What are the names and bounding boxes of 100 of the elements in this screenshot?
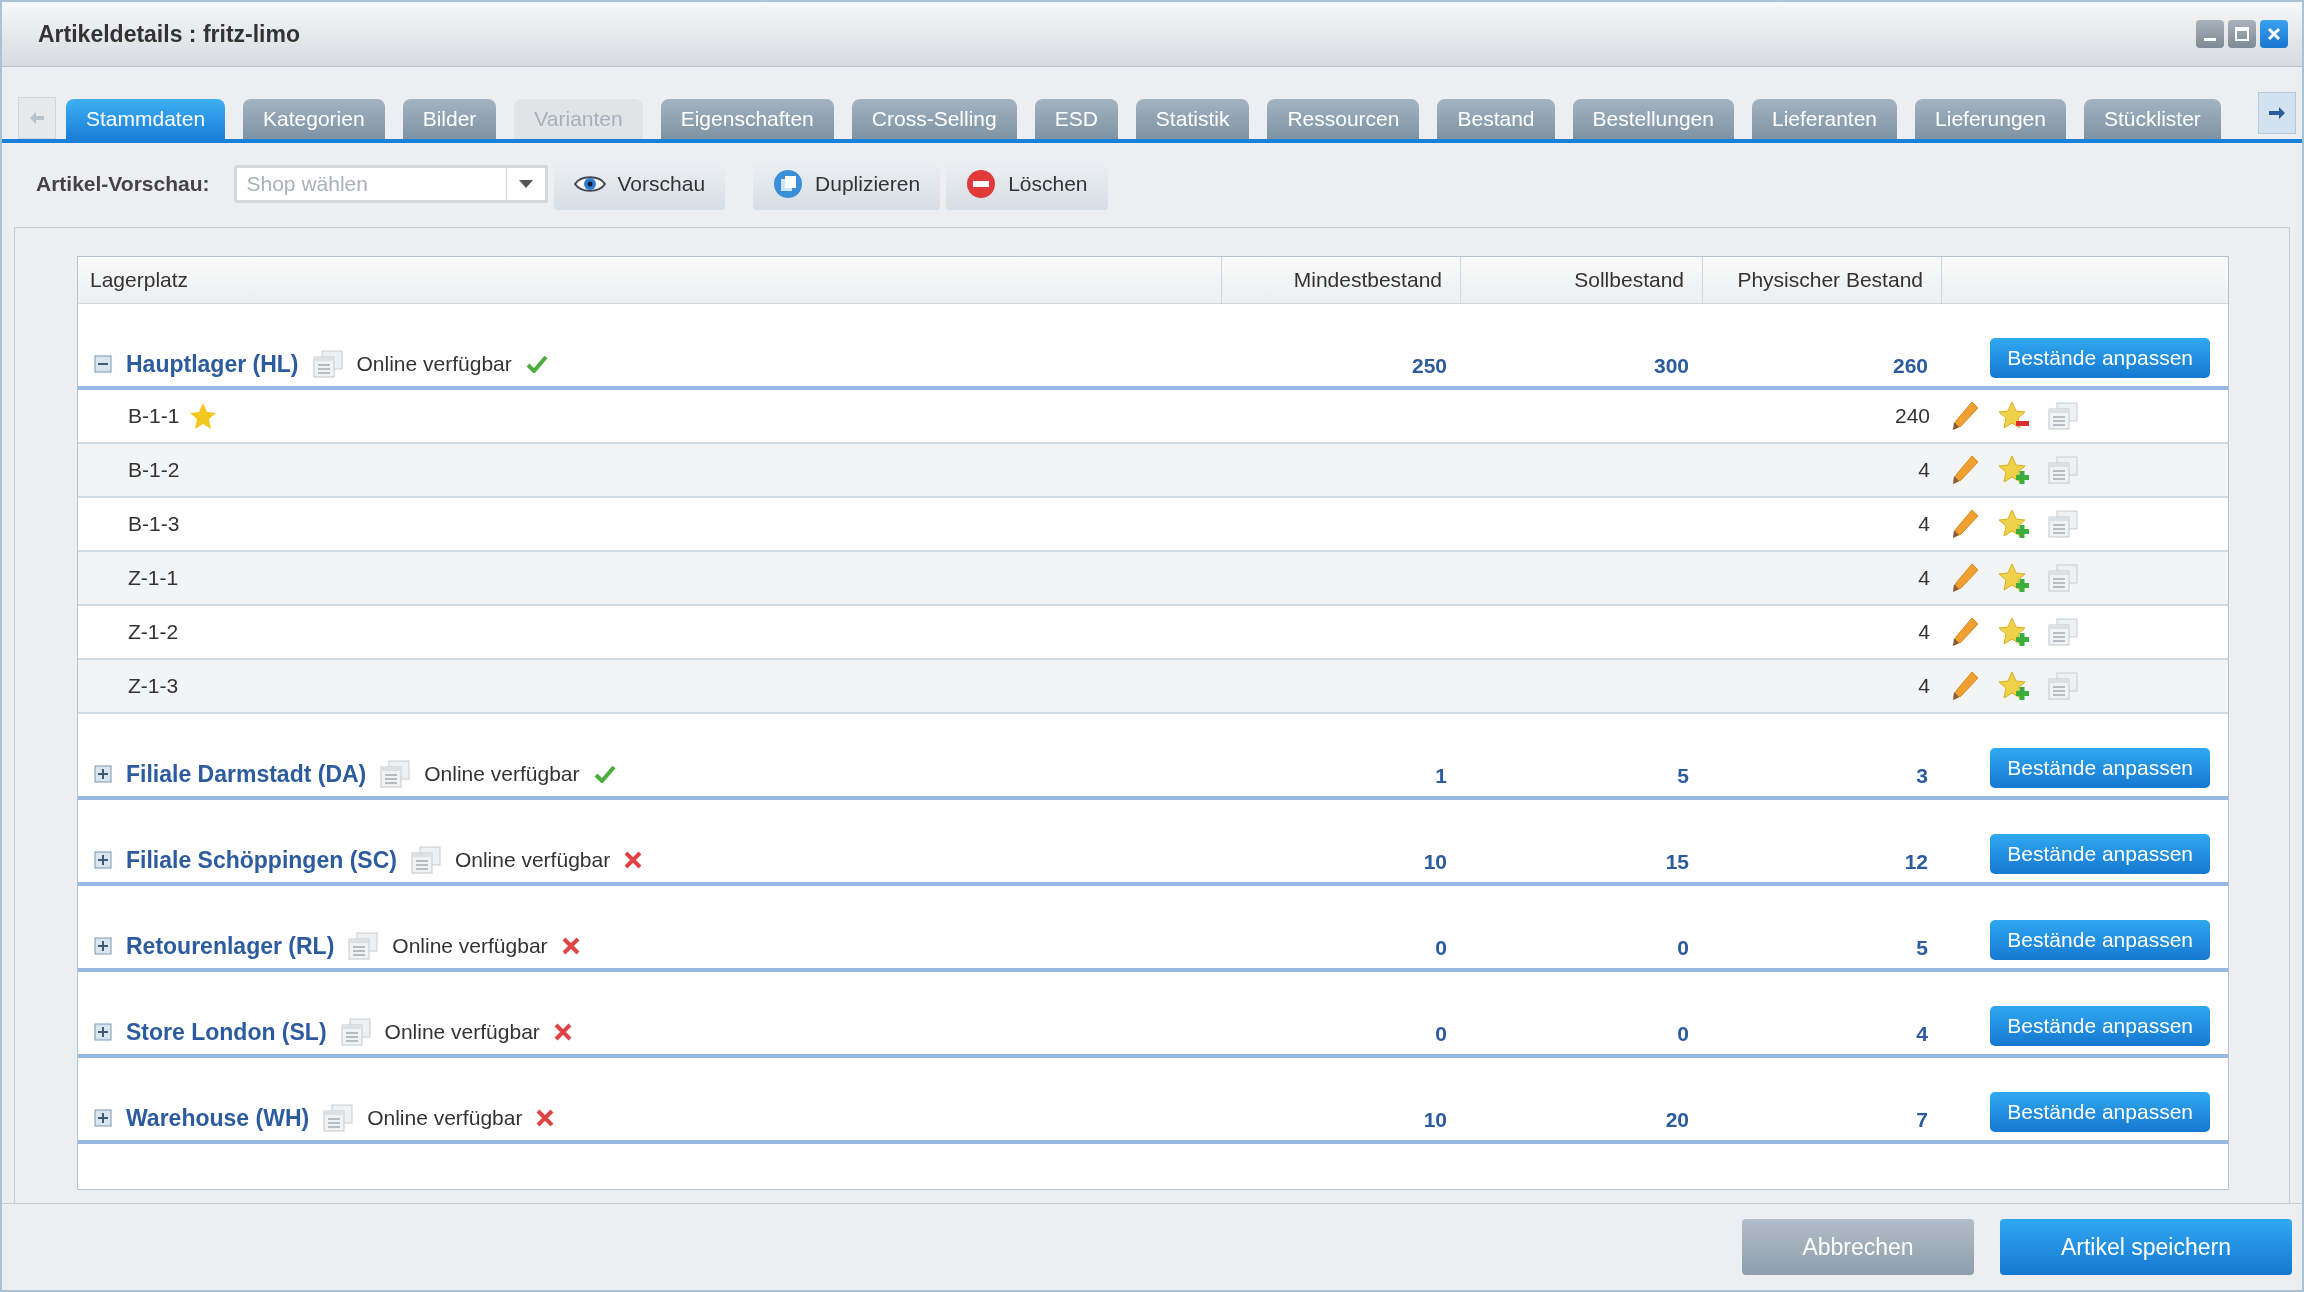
min-stock: 0 [1434,936,1448,960]
adjust-stock-button[interactable]: Bestände anpassen [1990,1092,2210,1132]
expand-icon[interactable] [94,851,112,869]
document-icon[interactable] [340,1018,371,1046]
caret-icon [518,180,533,188]
star-plus-icon[interactable] [1998,617,2030,647]
physical-stock: 7 [1915,1108,1929,1132]
min-stock: 1 [1434,764,1448,788]
physical-stock: 4 [1917,674,1931,698]
min-stock: 10 [1422,1108,1448,1132]
physical-stock: 4 [1917,566,1931,590]
warehouse-name: Retourenlager (RL) [126,932,335,960]
document-icon[interactable] [410,846,441,874]
warehouse-name: Filiale Schöppingen (SC) [126,846,397,874]
tab[interactable]: Cross-Selling [851,99,1017,139]
pencil-icon[interactable] [1950,616,1980,648]
tab[interactable]: Bestand [1437,99,1555,139]
expand-icon[interactable] [94,937,112,955]
target-stock: 15 [1664,850,1690,874]
tab[interactable]: Stücklister [2084,99,2221,139]
document-icon[interactable] [2048,672,2078,700]
tab[interactable]: Lieferungen [1915,99,2066,139]
document-icon[interactable] [380,760,411,788]
bin-location: Z-1-3 [128,674,179,698]
warehouse-name: Filiale Darmstadt (DA) [126,760,367,788]
column-header: Sollbestand [1461,257,1703,303]
maximize-button[interactable] [2228,20,2256,48]
target-stock: 5 [1676,764,1690,788]
expand-icon[interactable] [94,1023,112,1041]
save-button[interactable]: Artikel speichern [2000,1219,2292,1275]
online-label: Online verfügbar [356,352,512,376]
bin-location: Z-1-2 [128,620,179,644]
tab[interactable]: Statistik [1135,99,1250,139]
tab[interactable]: ESD [1034,99,1118,139]
pencil-icon[interactable] [1950,562,1980,594]
star-plus-icon[interactable] [1998,563,2030,593]
column-header: Lagerplatz [78,257,1222,303]
physical-stock: 4 [1915,1022,1929,1046]
star-plus-icon[interactable] [1998,671,2030,701]
arrow-right-icon [2268,106,2286,120]
window-title: Artikeldetails : fritz-limo [38,20,301,48]
min-stock: 250 [1410,354,1448,378]
star-minus-icon[interactable] [1998,401,2030,431]
physical-stock: 240 [1893,404,1931,428]
collapse-icon[interactable] [94,355,112,373]
document-icon[interactable] [2048,564,2078,592]
cancel-button[interactable]: Abbrechen [1742,1219,1974,1275]
tab[interactable]: Bestellungen [1572,99,1734,139]
scroll-right-button[interactable] [2258,92,2296,134]
adjust-stock-button[interactable]: Bestände anpassen [1990,920,2210,960]
pencil-icon[interactable] [1950,508,1980,540]
duplicate-icon [773,169,804,199]
tab[interactable]: Stammdaten [66,99,226,139]
document-icon[interactable] [2048,618,2078,646]
tab[interactable]: Bilder [402,99,497,139]
document-icon[interactable] [2048,456,2078,484]
maximize-icon [2234,26,2250,42]
delete-icon [966,169,997,199]
adjust-stock-button[interactable]: Bestände anpassen [1990,834,2210,874]
warehouse-name: Store London (SL) [126,1018,327,1046]
physical-stock: 4 [1917,458,1931,482]
adjust-stock-button[interactable]: Bestände anpassen [1990,338,2210,378]
tab[interactable]: Ressourcen [1267,99,1420,139]
arrow-left-icon [29,111,45,125]
minimize-button[interactable] [2196,20,2224,48]
expand-icon[interactable] [94,765,112,783]
tab[interactable]: Eigenschaften [660,99,834,139]
warehouse-name: Warehouse (WH) [126,1104,310,1132]
physical-stock: 5 [1915,936,1929,960]
document-icon[interactable] [2048,402,2078,430]
document-icon[interactable] [2048,510,2078,538]
physical-stock: 12 [1903,850,1929,874]
adjust-stock-button[interactable]: Bestände anpassen [1990,1006,2210,1046]
target-stock: 0 [1676,1022,1690,1046]
pencil-icon[interactable] [1950,670,1980,702]
tab[interactable]: Kategorien [243,99,385,139]
pencil-icon[interactable] [1950,400,1980,432]
document-icon[interactable] [312,350,343,378]
shop-select-field[interactable]: Shop wählen [236,171,506,197]
bin-location: B-1-2 [128,458,180,482]
tab[interactable]: Lieferanten [1751,99,1898,139]
bin-location: B-1-3 [128,512,180,536]
physical-stock: 3 [1915,764,1929,788]
scroll-left-button[interactable] [18,97,56,139]
column-header: Mindestbestand [1222,257,1461,303]
eye-icon [573,174,606,194]
shop-select[interactable]: Shop wählen [233,165,548,203]
close-icon [2266,26,2282,42]
physical-stock: 4 [1917,512,1931,536]
star-plus-icon[interactable] [1998,455,2030,485]
star-plus-icon[interactable] [1998,509,2030,539]
preview-label: Artikel-Vorschau: [36,172,210,196]
bin-location: B-1-1 [128,404,180,428]
pencil-icon[interactable] [1950,454,1980,486]
close-button[interactable] [2260,20,2288,48]
document-icon[interactable] [323,1104,354,1132]
expand-icon[interactable] [94,1109,112,1127]
minimize-icon [2204,37,2216,41]
adjust-stock-button[interactable]: Bestände anpassen [1990,748,2210,788]
document-icon[interactable] [348,932,379,960]
